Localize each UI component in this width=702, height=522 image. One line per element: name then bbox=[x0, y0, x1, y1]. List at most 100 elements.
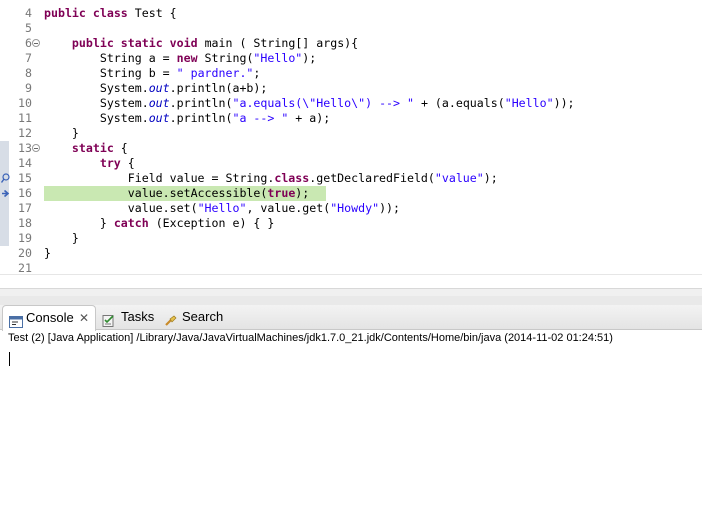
code-token: { bbox=[113, 141, 128, 155]
code-text: } bbox=[44, 126, 79, 141]
string-token: "a.equals(\"Hello\") --> " bbox=[232, 96, 414, 110]
string-token: "value" bbox=[434, 171, 484, 185]
code-text: System.out.println("a --> " + a); bbox=[44, 111, 330, 126]
keyword-token: public bbox=[44, 6, 86, 20]
code-token: ); bbox=[483, 171, 498, 185]
code-line[interactable]: 14 try { bbox=[0, 156, 702, 171]
code-line[interactable]: 12 } bbox=[0, 126, 702, 141]
keyword-token: static bbox=[120, 36, 163, 50]
code-line[interactable]: 5 bbox=[0, 21, 702, 36]
line-number: 8 bbox=[25, 66, 32, 80]
code-text: static { bbox=[44, 141, 128, 156]
code-text: try { bbox=[44, 156, 135, 171]
line-number: 11 bbox=[18, 111, 32, 125]
line-number: 4 bbox=[25, 6, 32, 20]
console-tab-bar: Console ✕ Tasks Search bbox=[0, 305, 702, 331]
code-line[interactable]: 7 String a = new String("Hello"); bbox=[0, 51, 702, 66]
fold-collapse-icon[interactable] bbox=[32, 39, 40, 47]
code-token: String b = bbox=[44, 66, 177, 80]
code-token: , value.get( bbox=[246, 201, 331, 215]
tab-search[interactable]: Search bbox=[164, 305, 228, 329]
tab-tasks[interactable]: Tasks bbox=[102, 305, 158, 329]
code-token: value.setAccessible( bbox=[44, 186, 268, 200]
code-line[interactable]: 20} bbox=[0, 246, 702, 261]
keyword-token: public bbox=[71, 36, 114, 50]
text-caret bbox=[9, 352, 10, 366]
line-number: 6 bbox=[25, 36, 32, 50]
fold-collapse-icon[interactable] bbox=[32, 144, 40, 152]
tab-tasks-label: Tasks bbox=[121, 309, 155, 324]
view-sash[interactable] bbox=[0, 296, 702, 305]
line-number: 16 bbox=[18, 186, 32, 200]
code-line[interactable]: 13 static { bbox=[0, 141, 702, 156]
code-text: } catch (Exception e) { } bbox=[44, 216, 275, 231]
keyword-token: class bbox=[274, 171, 310, 185]
console-icon bbox=[9, 312, 23, 328]
code-token: System. bbox=[44, 96, 149, 110]
code-token: ); bbox=[302, 51, 317, 65]
code-line[interactable]: 17 value.set("Hello", value.get("Howdy")… bbox=[0, 201, 702, 216]
keyword-token: class bbox=[92, 6, 128, 20]
string-token: " pardner." bbox=[176, 66, 254, 80]
code-token: } bbox=[44, 216, 114, 230]
code-token: (Exception e) { } bbox=[148, 216, 275, 230]
code-line[interactable]: 15 Field value = String.class.getDeclare… bbox=[0, 171, 702, 186]
string-token: "a --> " bbox=[232, 111, 289, 125]
code-token: } bbox=[44, 231, 79, 245]
line-number: 19 bbox=[18, 231, 32, 245]
keyword-token: new bbox=[176, 51, 198, 65]
line-number: 10 bbox=[18, 96, 32, 110]
code-token: + a); bbox=[288, 111, 331, 125]
line-number: 18 bbox=[18, 216, 32, 230]
code-line[interactable]: 18 } catch (Exception e) { } bbox=[0, 216, 702, 231]
code-token: .println(a+b); bbox=[169, 81, 268, 95]
code-line[interactable]: 8 String b = " pardner."; bbox=[0, 66, 702, 81]
line-number: 17 bbox=[18, 201, 32, 215]
code-text: public class Test { bbox=[44, 6, 177, 21]
code-text: Field value = String.class.getDeclaredFi… bbox=[44, 171, 498, 186]
code-line[interactable]: 19 } bbox=[0, 231, 702, 246]
line-number: 20 bbox=[18, 246, 32, 260]
line-number: 7 bbox=[25, 51, 32, 65]
code-text: value.set("Hello", value.get("Howdy")); bbox=[44, 201, 400, 216]
code-token: + (a.equals( bbox=[413, 96, 505, 110]
code-line-current[interactable]: 16 value.setAccessible(true); bbox=[0, 186, 702, 201]
string-token: "Hello" bbox=[197, 201, 247, 215]
code-line[interactable]: 11 System.out.println("a --> " + a); bbox=[0, 111, 702, 126]
code-token: )); bbox=[553, 96, 575, 110]
code-text: public static void main ( String[] args)… bbox=[44, 36, 358, 51]
keyword-token: catch bbox=[113, 216, 149, 230]
debug-current-instruction-icon[interactable] bbox=[1, 188, 10, 199]
code-editor[interactable]: 4 public class Test {5 6 public static voi… bbox=[0, 0, 702, 288]
code-token: .getDeclaredField( bbox=[309, 171, 435, 185]
field-token: out bbox=[148, 96, 170, 110]
code-line[interactable]: 10 System.out.println("a.equals(\"Hello\… bbox=[0, 96, 702, 111]
code-text: String b = " pardner."; bbox=[44, 66, 261, 81]
line-number: 13 bbox=[18, 141, 32, 155]
code-token: String( bbox=[197, 51, 254, 65]
close-icon[interactable]: ✕ bbox=[79, 306, 89, 330]
line-number: 15 bbox=[18, 171, 32, 185]
code-token: Test { bbox=[127, 6, 177, 20]
keyword-token: true bbox=[267, 186, 296, 200]
code-token: ; bbox=[253, 66, 261, 80]
search-icon bbox=[164, 311, 178, 326]
console-process-title: Test (2) [Java Application] /Library/Jav… bbox=[8, 332, 613, 344]
console-view: Console ✕ Tasks Search Test (2) [Java Ap… bbox=[0, 305, 702, 522]
code-line[interactable]: 6 public static void main ( String[] arg… bbox=[0, 36, 702, 51]
search-result-marker-icon[interactable] bbox=[0, 173, 10, 184]
tasks-icon bbox=[102, 311, 116, 327]
code-text: String a = new String("Hello"); bbox=[44, 51, 316, 66]
line-number: 12 bbox=[18, 126, 32, 140]
tab-console[interactable]: Console ✕ bbox=[2, 305, 96, 331]
code-line[interactable]: 4 public class Test { bbox=[0, 6, 702, 21]
code-token: ); bbox=[295, 186, 310, 200]
console-output[interactable] bbox=[0, 347, 702, 522]
code-token: } bbox=[44, 246, 51, 260]
code-line[interactable]: 9 System.out.println(a+b); bbox=[0, 81, 702, 96]
code-token: { bbox=[120, 156, 135, 170]
